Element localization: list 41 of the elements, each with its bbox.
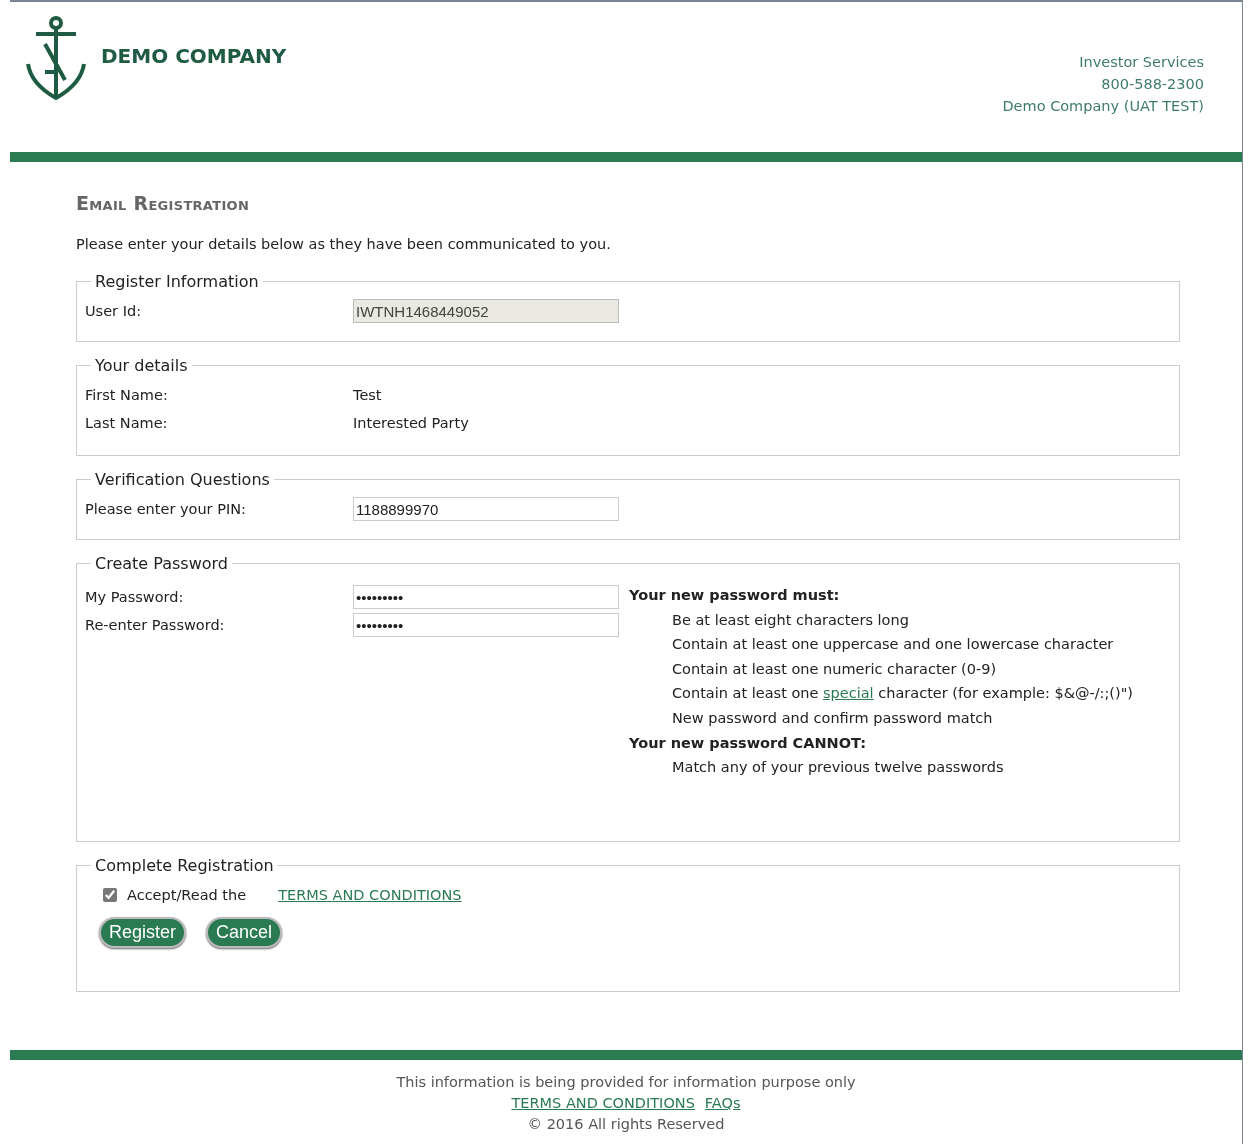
accept-checkbox[interactable] — [103, 888, 117, 902]
password-field[interactable]: ••••••••• — [353, 585, 619, 609]
field-label: Re-enter Password: — [85, 617, 226, 633]
password-field[interactable]: ••••••••• — [353, 613, 619, 637]
contact-line: Investor Services — [1079, 53, 1204, 72]
footer-link[interactable]: FAQs — [704, 1093, 741, 1114]
cancel-button[interactable]: Cancel — [206, 917, 283, 948]
special-link[interactable]: special — [823, 685, 874, 702]
rule-text: Be at least eight characters long — [671, 610, 910, 630]
anchor-logo-icon — [23, 14, 89, 102]
checkbox-label: Accept/Read the — [127, 887, 247, 903]
register-button[interactable]: Register — [99, 917, 187, 948]
field-label: First Name: — [85, 387, 169, 403]
rule-text: New password and confirm password match — [671, 708, 994, 728]
field-label: My Password: — [85, 589, 185, 605]
field-value: Interested Party — [353, 415, 469, 431]
rules-heading: Your new password must: — [629, 586, 841, 605]
footer-link[interactable]: TERMS AND CONDITIONS — [511, 1093, 695, 1114]
rule-text: Match any of your previous twelve passwords — [671, 758, 1005, 778]
rule-text: Contain at least one numeric character (0-9) — [671, 659, 998, 679]
rule-text: Contain at least one uppercase and one lowercase character — [671, 635, 1115, 655]
section-legend: Register Information — [91, 272, 263, 291]
field-value: Test — [353, 387, 382, 403]
copyright-text: © 2016 All rights Reserved — [527, 1115, 725, 1134]
section-legend: Your details — [91, 356, 192, 375]
section-legend: Complete Registration — [91, 856, 278, 875]
section-legend: Create Password — [91, 554, 232, 573]
footer-notice: This information is being provided for information purpose only — [396, 1073, 856, 1092]
company-name: DEMO COMPANY — [101, 44, 287, 68]
field-label: Please enter your PIN: — [85, 501, 247, 517]
rules-heading: Your new password CANNOT: — [629, 733, 867, 753]
page-title: Email Registration — [76, 192, 251, 214]
terms-link[interactable]: TERMS AND CONDITIONS — [278, 887, 462, 903]
contact-line: 800-588-2300 — [1101, 75, 1204, 94]
intro-text: Please enter your details below as they have been communicated to you. — [76, 236, 612, 252]
field-label: Last Name: — [85, 415, 169, 431]
contact-line: Demo Company (UAT TEST) — [1002, 97, 1204, 116]
section-legend: Verification Questions — [91, 470, 274, 489]
field-label: User Id: — [85, 303, 143, 319]
input-field[interactable]: 1188899970 — [353, 497, 619, 521]
rule-text: Contain at least one special character (for example: $&@-/:;()") — [671, 684, 1133, 704]
